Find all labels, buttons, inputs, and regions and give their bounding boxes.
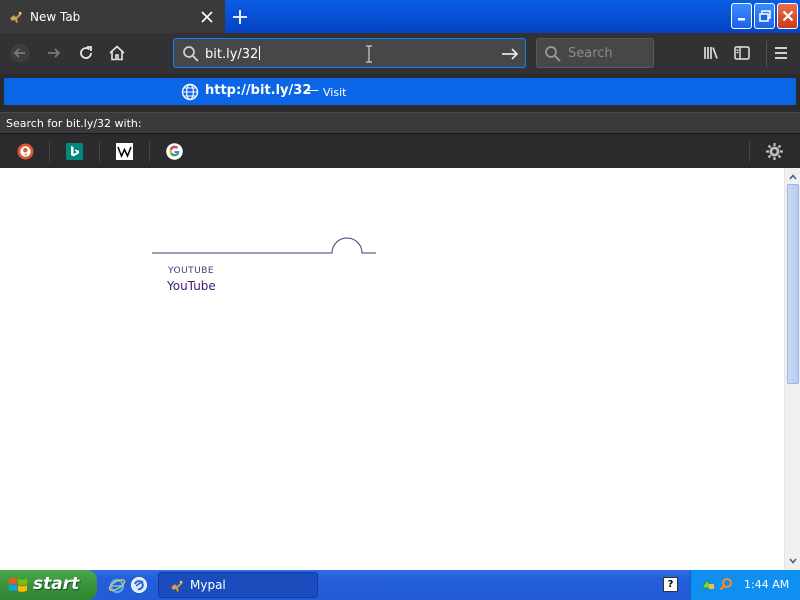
search-placeholder: Search bbox=[568, 46, 613, 61]
search-with-header: Search for bit.ly/32 with: bbox=[0, 112, 800, 134]
engine-divider bbox=[99, 141, 100, 162]
sidebar-button[interactable] bbox=[730, 41, 754, 65]
forward-arrow-icon bbox=[48, 48, 61, 58]
hamburger-menu-icon bbox=[775, 47, 787, 59]
engine-divider bbox=[149, 141, 150, 162]
taskbar-item-label: Mypal bbox=[190, 578, 226, 592]
go-arrow-icon[interactable] bbox=[500, 45, 520, 63]
text-caret bbox=[259, 46, 261, 60]
close-icon bbox=[782, 10, 793, 22]
menu-button[interactable] bbox=[769, 41, 793, 65]
home-button[interactable] bbox=[105, 41, 129, 65]
clock: 1:44 AM bbox=[744, 578, 790, 591]
top-site-tile-youtube[interactable]: YOUTUBE YouTube bbox=[150, 233, 380, 298]
tab-new-tab[interactable]: New Tab bbox=[0, 0, 225, 33]
browser-chrome: New Tab bit.ly/32 Search http://bit.ly/3… bbox=[0, 0, 800, 168]
restore-icon bbox=[758, 10, 771, 22]
restore-button[interactable] bbox=[754, 3, 775, 29]
tile-divider-line bbox=[152, 237, 376, 254]
search-with-label: Search for bit.ly/32 with: bbox=[6, 117, 142, 130]
network-icon[interactable] bbox=[701, 577, 715, 591]
back-arrow-icon bbox=[10, 43, 30, 63]
suggestion-url: http://bit.ly/32 bbox=[205, 83, 312, 98]
tile-hostname: YOUTUBE bbox=[168, 266, 215, 276]
start-button[interactable]: start bbox=[0, 570, 97, 600]
globe-icon bbox=[181, 83, 199, 101]
tab-title: New Tab bbox=[30, 9, 81, 24]
wikipedia-icon[interactable] bbox=[116, 143, 133, 160]
sidebar-icon bbox=[734, 46, 750, 60]
page-content: YOUTUBE YouTube bbox=[0, 168, 784, 570]
search-icon bbox=[545, 46, 561, 62]
reload-icon bbox=[80, 46, 92, 59]
engine-divider bbox=[49, 141, 50, 162]
duckduckgo-icon[interactable] bbox=[17, 143, 34, 160]
internet-explorer-icon[interactable] bbox=[108, 576, 126, 594]
system-tray: 1:44 AM bbox=[690, 570, 800, 600]
new-tab-button[interactable] bbox=[228, 5, 252, 29]
help-label: ? bbox=[667, 579, 674, 590]
scroll-up-button[interactable] bbox=[786, 170, 800, 184]
back-button[interactable] bbox=[8, 41, 32, 65]
reload-button[interactable] bbox=[74, 41, 98, 65]
minimize-button[interactable] bbox=[731, 3, 752, 29]
tile-title: YouTube bbox=[167, 279, 216, 293]
help-icon[interactable]: ? bbox=[663, 577, 678, 592]
close-window-button[interactable] bbox=[777, 3, 798, 29]
home-icon bbox=[109, 45, 125, 61]
plus-icon bbox=[233, 10, 247, 24]
title-bar: New Tab bbox=[0, 0, 800, 33]
scroll-thumb[interactable] bbox=[787, 184, 799, 384]
chevron-up-icon bbox=[789, 174, 797, 180]
chevron-down-icon bbox=[789, 558, 797, 564]
toolbar-divider bbox=[766, 41, 767, 67]
visit-suggestion-row[interactable]: http://bit.ly/32 — Visit bbox=[4, 78, 796, 105]
navigation-toolbar: bit.ly/32 Search bbox=[0, 33, 800, 74]
forward-button[interactable] bbox=[42, 41, 66, 65]
library-button[interactable] bbox=[699, 41, 723, 65]
windows-logo-icon bbox=[9, 578, 27, 592]
library-icon bbox=[704, 47, 718, 59]
suggestion-action-label: Visit bbox=[323, 86, 347, 99]
bing-icon[interactable] bbox=[66, 143, 83, 160]
search-tray-icon[interactable] bbox=[719, 577, 733, 591]
search-engine-row bbox=[0, 135, 800, 168]
taskbar: start Mypal ? 1:44 AM bbox=[0, 570, 800, 600]
url-bar[interactable]: bit.ly/32 bbox=[173, 38, 526, 68]
mypal-icon bbox=[170, 580, 184, 593]
search-icon bbox=[183, 46, 199, 62]
outlook-express-icon[interactable] bbox=[130, 576, 148, 594]
engine-divider bbox=[749, 141, 750, 162]
mypal-favicon-icon bbox=[9, 10, 23, 23]
scroll-down-button[interactable] bbox=[786, 554, 800, 568]
url-suggestion-dropdown: http://bit.ly/32 — Visit Search for bit.… bbox=[0, 74, 800, 168]
google-icon[interactable] bbox=[166, 143, 183, 160]
url-value: bit.ly/32 bbox=[205, 47, 259, 62]
taskbar-item-mypal[interactable]: Mypal bbox=[158, 572, 318, 598]
ibeam-cursor-icon bbox=[366, 45, 372, 63]
start-label: start bbox=[33, 574, 80, 594]
gear-icon[interactable] bbox=[765, 142, 784, 161]
tab-close-icon[interactable] bbox=[197, 7, 217, 27]
search-bar[interactable]: Search bbox=[536, 38, 654, 68]
url-input[interactable]: bit.ly/32 bbox=[205, 46, 261, 62]
minimize-icon bbox=[737, 18, 745, 21]
suggestion-separator: — bbox=[306, 83, 319, 98]
vertical-scrollbar[interactable] bbox=[784, 168, 800, 570]
